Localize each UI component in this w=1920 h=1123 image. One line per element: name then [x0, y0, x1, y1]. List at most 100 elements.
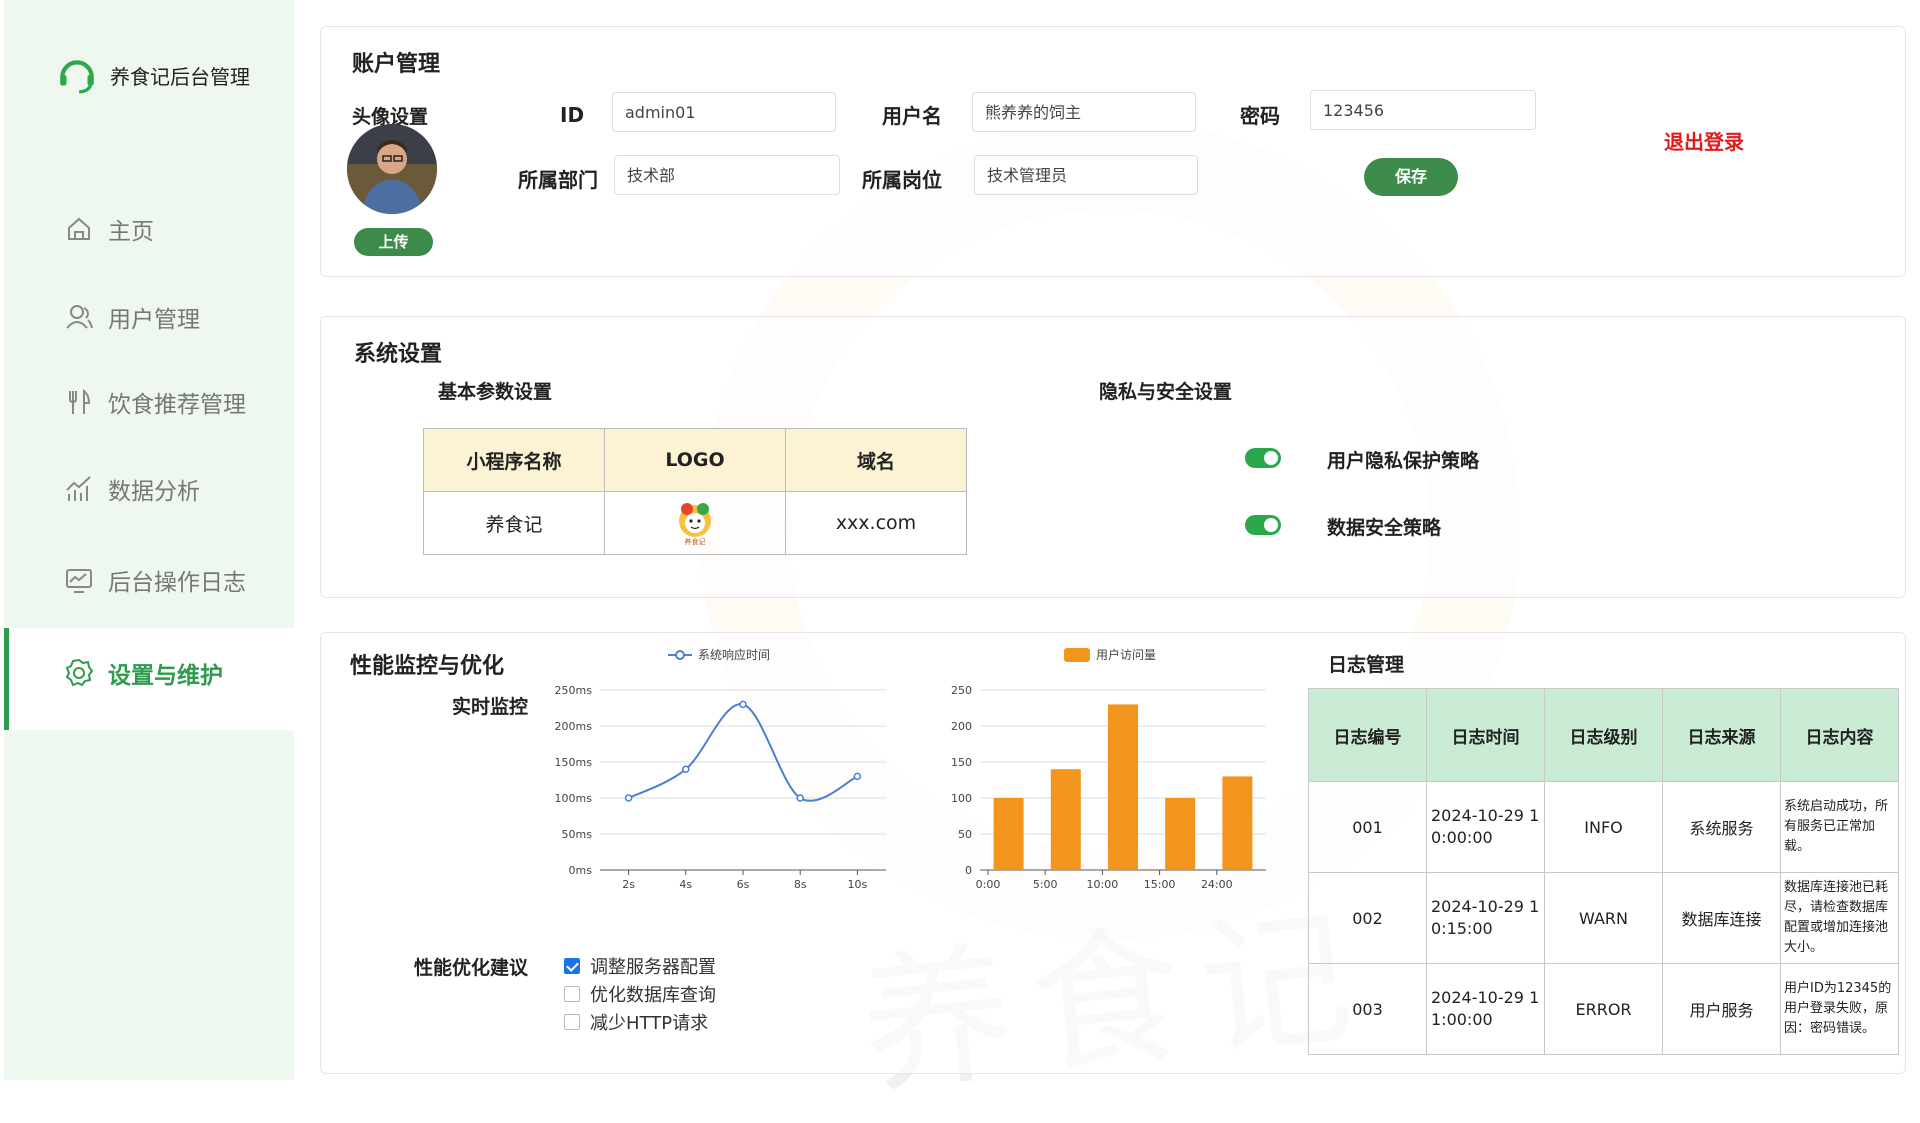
- data-security-label: 数据安全策略: [1327, 517, 1442, 539]
- bar: [1050, 769, 1081, 870]
- privacy-policy-toggle[interactable]: [1245, 448, 1281, 468]
- log-level: INFO: [1544, 781, 1663, 873]
- upload-button[interactable]: 上传: [354, 228, 433, 256]
- bar-legend-marker: [1064, 647, 1090, 662]
- x-tick-label: 8s: [794, 878, 807, 891]
- privacy-policy-label: 用户隐私保护策略: [1327, 450, 1480, 472]
- params-header: 域名: [785, 428, 967, 492]
- system-title: 系统设置: [354, 342, 443, 367]
- nav-active-indicator: [4, 628, 9, 730]
- y-tick-label: 250: [951, 684, 972, 697]
- basic-params-label: 基本参数设置: [438, 381, 553, 403]
- log-source: 数据库连接: [1662, 872, 1781, 964]
- avatar: [347, 124, 437, 214]
- params-row: 养食记 养食记 xxx.com: [423, 491, 967, 555]
- y-tick-label: 200ms: [555, 720, 593, 733]
- response-time-chart: 0ms 50ms 100ms 150ms 200ms 250ms 2s 4s 6s 8s 10s: [555, 684, 886, 891]
- log-header: 日志时间: [1426, 688, 1545, 782]
- table-row[interactable]: 001 2024-10-29 1 0:00:00 INFO 系统服务 系统启动成功…: [1308, 781, 1899, 873]
- log-level: ERROR: [1544, 963, 1663, 1055]
- sidebar-item-label: 设置与维护: [108, 663, 223, 689]
- account-title: 账户管理: [352, 52, 441, 77]
- realtime-label: 实时监控: [452, 696, 529, 718]
- log-time: 2024-10-29 1 0:00:00: [1426, 781, 1545, 873]
- log-time: 2024-10-29 1 1:00:00: [1426, 963, 1545, 1055]
- sidebar-item-home[interactable]: 主页: [64, 212, 154, 246]
- table-row[interactable]: 002 2024-10-29 1 0:15:00 WARN 数据库连接 数据库连接…: [1308, 872, 1899, 964]
- password-label: 密码: [1240, 104, 1280, 128]
- line-legend-label: 系统响应时间: [698, 648, 771, 662]
- log-header-row: 日志编号 日志时间 日志级别 日志来源 日志内容: [1308, 688, 1899, 782]
- log-source: 用户服务: [1662, 963, 1781, 1055]
- log-content: 用户ID为12345的用户登录失败，原因：密码错误。: [1780, 963, 1899, 1055]
- bar: [1108, 704, 1138, 870]
- suggestion-item[interactable]: 减少HTTP请求: [564, 1009, 708, 1035]
- logo-graphic: [679, 503, 711, 537]
- data-point: [796, 794, 804, 802]
- bar: [1165, 798, 1196, 870]
- data-point: [682, 765, 690, 773]
- logout-link[interactable]: 退出登录: [1664, 126, 1744, 155]
- log-time: 2024-10-29 1 0:15:00: [1426, 872, 1545, 964]
- suggestion-label: 优化数据库查询: [590, 985, 716, 1006]
- table-row[interactable]: 003 2024-10-29 1 1:00:00 ERROR 用户服务 用户ID为…: [1308, 963, 1899, 1055]
- username-field[interactable]: 熊养养的饲主: [972, 92, 1196, 132]
- user-icon: [66, 305, 93, 329]
- sidebar-item-settings[interactable]: 设置与维护: [64, 656, 223, 690]
- bar-legend: 用户访问量: [1064, 646, 1156, 663]
- suggestion-item[interactable]: 调整服务器配置: [564, 953, 716, 979]
- post-field[interactable]: 技术管理员: [974, 155, 1198, 195]
- save-button[interactable]: 保存: [1364, 158, 1458, 196]
- y-tick-label: 100ms: [555, 792, 593, 805]
- sidebar-item-label: 主页: [108, 219, 154, 245]
- response-time-line: [628, 703, 858, 802]
- gear-icon: [65, 658, 94, 687]
- line-legend-marker: [668, 649, 692, 660]
- checkbox[interactable]: [564, 986, 580, 1002]
- home-icon: [68, 217, 90, 240]
- params-header: 小程序名称: [423, 428, 605, 492]
- checkbox[interactable]: [564, 958, 580, 974]
- log-source: 系统服务: [1662, 781, 1781, 873]
- id-label: ID: [560, 103, 585, 127]
- y-tick-label: 200: [951, 720, 972, 733]
- x-tick-label: 10s: [848, 878, 868, 891]
- suggestion-label: 调整服务器配置: [590, 957, 716, 978]
- checkbox[interactable]: [564, 1014, 580, 1030]
- x-tick-label: 2s: [622, 878, 635, 891]
- y-tick-label: 150ms: [555, 756, 593, 769]
- log-header: 日志来源: [1662, 688, 1781, 782]
- bar: [993, 798, 1024, 870]
- log-header: 日志级别: [1544, 688, 1663, 782]
- line-legend: 系统响应时间: [668, 646, 770, 663]
- data-point: [853, 772, 862, 781]
- fork-knife-icon: [69, 388, 91, 414]
- y-tick-label: 0: [965, 864, 972, 877]
- performance-title: 性能监控与优化: [350, 654, 505, 679]
- sidebar-item-oplog[interactable]: 后台操作日志: [64, 563, 246, 597]
- y-tick-label: 150: [951, 756, 972, 769]
- dept-field[interactable]: 技术部: [614, 155, 840, 195]
- data-point: [624, 794, 633, 802]
- suggestion-label: 减少HTTP请求: [590, 1013, 709, 1034]
- sidebar-item-analytics[interactable]: 数据分析: [64, 472, 200, 506]
- x-tick-label: 4s: [679, 878, 692, 891]
- suggestion-item[interactable]: 优化数据库查询: [564, 981, 716, 1007]
- suggestions-label: 性能优化建议: [414, 957, 529, 979]
- id-field[interactable]: admin01: [612, 92, 836, 132]
- x-tick-label: 15:00: [1144, 878, 1176, 891]
- monitor-icon: [66, 569, 92, 593]
- sidebar-item-users[interactable]: 用户管理: [64, 300, 200, 334]
- dept-label: 所属部门: [518, 168, 598, 192]
- y-tick-label: 50ms: [562, 828, 593, 841]
- y-tick-label: 100: [951, 792, 972, 805]
- log-level: WARN: [1544, 872, 1663, 964]
- sidebar-item-diet[interactable]: 饮食推荐管理: [64, 385, 246, 419]
- headset-icon: [60, 60, 94, 94]
- bar-legend-label: 用户访问量: [1096, 648, 1157, 662]
- app-name-cell: 养食记: [423, 491, 605, 555]
- params-header: LOGO: [604, 428, 786, 492]
- data-security-toggle[interactable]: [1245, 515, 1281, 535]
- avatar-image: [347, 124, 437, 214]
- password-field[interactable]: 123456: [1310, 90, 1536, 130]
